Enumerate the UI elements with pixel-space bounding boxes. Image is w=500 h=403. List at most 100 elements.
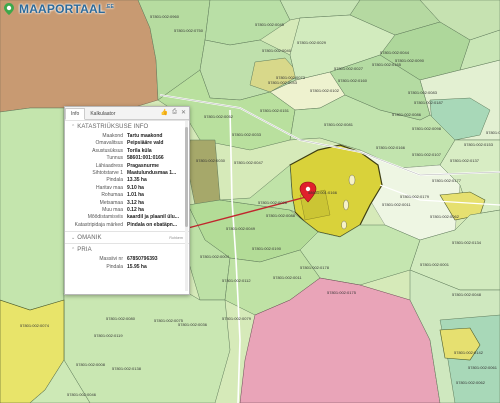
parcel-label: 57801:002:0960	[150, 14, 179, 19]
info-row-value: 67850796393	[127, 256, 158, 263]
info-row-label: Muu maa	[102, 207, 123, 214]
parcel-label: 57801:002:0081	[324, 122, 353, 127]
info-row-value: Peipsiääre vald	[127, 140, 164, 147]
info-row: Lähiaadress Pragasnurme	[69, 163, 185, 170]
info-row-value: 15.95 ha	[127, 263, 147, 270]
info-row: Metsamaa 3.12 ha	[69, 200, 185, 207]
info-row-value: kaardil ja plaanil ülu...	[127, 214, 179, 221]
parcel-label: 57801:002:0008	[76, 362, 105, 367]
print-icon[interactable]: ⎙	[172, 109, 177, 116]
pria-rows: Massiivi nr 67850796393 Pindala 15.95 ha	[65, 255, 189, 273]
parcel-label: 57801:002:0179	[400, 194, 429, 199]
parcel-label: 57801:002:0086	[392, 112, 421, 117]
brown-forest-area	[0, 0, 159, 113]
parcel-label: 57801:002:0045	[255, 22, 284, 27]
parcel-label: 57801:002:0190	[252, 246, 281, 251]
parcel-label: 57801:002:0142	[454, 350, 483, 355]
info-row-label: Sihtotstarve 1	[92, 170, 123, 177]
parcel-label: 57801:002:0088	[266, 213, 295, 218]
parcel-label: 57801:002:0161	[486, 130, 500, 135]
maaportaal-logo[interactable]: MAAPORTAAL.EE	[2, 2, 114, 16]
parcel-label: 57801:002:0074	[20, 323, 49, 328]
olive-parcel	[187, 139, 221, 206]
parcel-label: 57801:002:0011	[382, 202, 411, 207]
info-row: Asustusüksus Torila küla	[69, 148, 185, 155]
parcel-label: 57801:002:0044	[380, 50, 409, 55]
panel-tools: 👍 ⎙ ✕	[161, 109, 186, 116]
info-row-label: Lähiaadress	[95, 162, 123, 169]
section-katastriyksus-header[interactable]: ⌃ KATASTRIÜKSUSE INFO	[65, 120, 189, 132]
parcel-label: 57801:002:0030	[196, 158, 225, 163]
info-row-label: Asustusüksus	[92, 147, 123, 154]
info-row: Maakond Tartu maakond	[69, 133, 185, 140]
parcel-label: 57801:002:0102	[310, 88, 339, 93]
panel-scrollbar[interactable]	[185, 121, 188, 291]
expand-icon: ⌄	[71, 235, 76, 242]
parcel-label: 57801:002:0061	[468, 365, 497, 370]
info-row-label: Pindala	[106, 263, 123, 270]
parcel-label: 57801:002:0033	[232, 132, 261, 137]
parcel-label: 57801:002:0049	[226, 226, 255, 231]
parcel-label: 57801:002:0004	[200, 254, 229, 259]
scrollbar-thumb[interactable]	[185, 127, 188, 227]
parcel-label: 58601:001:0166	[308, 190, 337, 195]
katastriyksus-rows: Maakond Tartu maakond Omavalitsus Peipsiäär…	[65, 132, 189, 231]
info-row-label: Rohumaa	[101, 192, 123, 199]
parcel-label: 57801:002:0052	[204, 114, 233, 119]
info-row: Pindala 13.35 ha	[69, 177, 185, 184]
parcel-label: 57801:002:0107	[412, 152, 441, 157]
info-row-value: 1.01 ha	[127, 192, 144, 199]
parcel-label: 57801:002:0046	[67, 392, 96, 397]
info-row-value: Torila küla	[127, 147, 152, 154]
logo-pin-icon	[4, 3, 14, 15]
parcel-label: 57801:002:0075	[154, 318, 183, 323]
parcel-label: 57801:002:0040	[262, 48, 291, 53]
info-row-value: 0.12 ha	[127, 207, 144, 214]
parcel-label: 57801:002:0187	[414, 100, 443, 105]
parcel-label: 57801:002:0043	[268, 80, 297, 85]
info-row-value: 58601:001:0166	[127, 155, 164, 162]
parcel-label: 57801:002:0134	[452, 240, 481, 245]
info-row-value: 3.12 ha	[127, 199, 144, 206]
info-row-label: Tunnus	[106, 155, 124, 162]
info-row-label: Mõõdistamisviis	[87, 214, 123, 221]
parcel-label: 57801:002:0047	[234, 160, 263, 165]
info-row-value: Pragasnurme	[127, 162, 159, 169]
info-row: Pindala 15.95 ha	[69, 264, 185, 271]
info-row: Haritav maa 9.10 ha	[69, 185, 185, 192]
tab-info[interactable]: Info	[65, 108, 86, 120]
section-pria-header[interactable]: ⌃ PRIA	[65, 243, 189, 255]
omanik-more-link[interactable]: Rohkem	[169, 236, 183, 240]
info-row: Sihtotstarve 1 Maatulundusmaa 1...	[69, 170, 185, 177]
info-row-label: Pindala	[106, 177, 123, 184]
info-row-label: Katastripidaja märked	[74, 221, 123, 228]
parcel-label: 57801:002:0178	[300, 265, 329, 270]
parcel-label: 57801:002:0090	[395, 58, 424, 63]
info-row: Omavalitsus Peipsiääre vald	[69, 140, 185, 147]
parcel-label: 57801:002:0177	[432, 178, 461, 183]
thumbs-up-icon[interactable]: 👍	[161, 109, 168, 116]
info-panel[interactable]: Info Kalkulaator 👍 ⎙ ✕ ⌃ KATASTRIÜKSUSE I…	[64, 106, 190, 295]
collapse-icon: ⌃	[71, 124, 76, 130]
close-icon[interactable]: ✕	[181, 109, 186, 116]
info-row-value: Tartu maakond	[127, 133, 163, 139]
info-row-value: 13.35 ha	[127, 177, 147, 184]
info-row-label: Massiivi nr	[99, 256, 123, 263]
parcel-label: 57801:002:0151	[260, 108, 289, 113]
parcel-label: 57801:002:0138	[112, 366, 141, 371]
section-omanik-header[interactable]: ⌄ OMANIK Rohkem	[65, 231, 189, 243]
logo-text: MAAPORTAAL.EE	[19, 2, 115, 16]
parcel-label: 57801:002:0062	[430, 214, 459, 219]
info-row-value: 9.10 ha	[127, 184, 144, 191]
parcel-label: 57801:002:0083	[408, 90, 437, 95]
parcel-label: 57801:002:0027	[334, 66, 363, 71]
info-row-label: Metsamaa	[99, 199, 123, 206]
tab-kalkulaator[interactable]: Kalkulaator	[85, 109, 120, 119]
info-row-label: Maakond	[102, 133, 123, 139]
parcel-label: 57801:002:0119	[94, 333, 123, 338]
parcel-label: 57801:002:0062	[456, 380, 485, 385]
info-row: Massiivi nr 67850796393	[69, 256, 185, 263]
parcel-label: 57801:002:0166	[376, 145, 405, 150]
info-row: Katastripidaja märked Pindala on ebatäpn.…	[69, 222, 185, 229]
info-row: Muu maa 0.12 ha	[69, 207, 185, 214]
